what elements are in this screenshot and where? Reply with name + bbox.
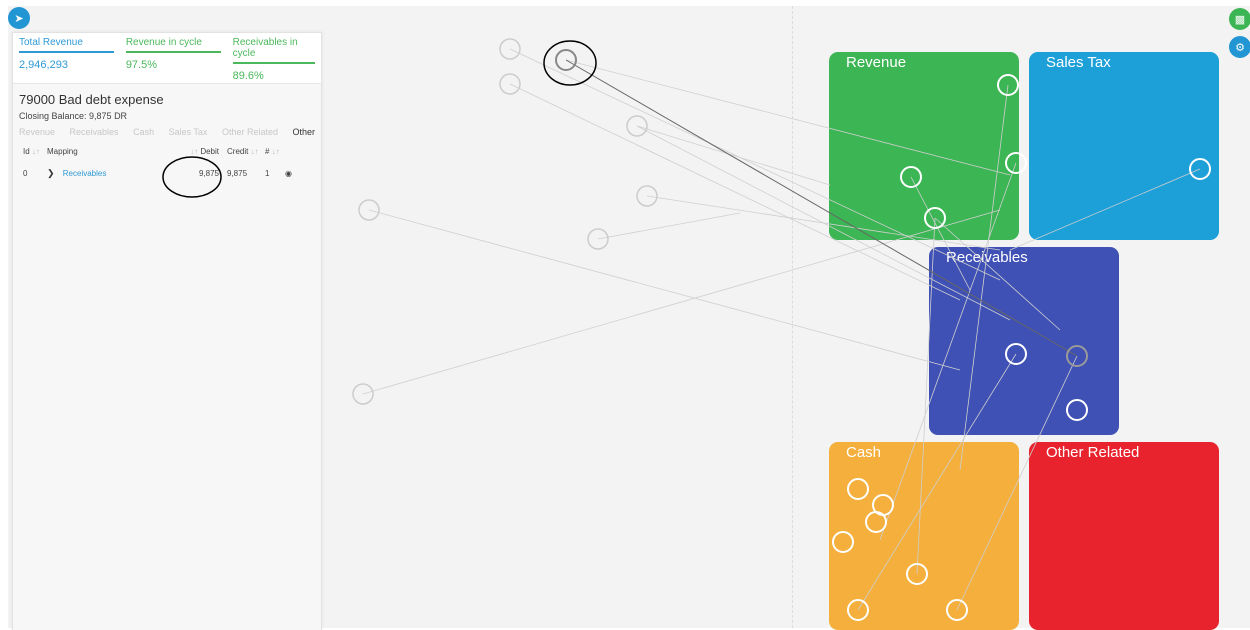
column-credit[interactable]: Credit ↓↑ [219,147,265,156]
tab-other[interactable]: Other [292,127,315,137]
tab-other-related[interactable]: Other Related [222,127,278,137]
kpi-revenue-in-cycle[interactable]: Revenue in cycle 97.5% [125,37,221,77]
header-label: Credit [227,147,249,156]
account-details-panel: Total Revenue 2,946,293 Revenue in cycle… [12,32,322,630]
kpi-label: Total Revenue [19,37,114,53]
chevron-down-icon[interactable]: ❯ [47,168,55,178]
gear-icon[interactable]: ⚙ [1229,36,1250,58]
account-title: 79000 Bad debt expense [19,92,164,107]
category-label: Other Related [1046,444,1140,461]
kpi-receivables-in-cycle[interactable]: Receivables in cycle 89.6% [232,37,315,82]
category-other-related[interactable]: Other Related [1029,442,1219,630]
category-sales-tax[interactable]: Sales Tax [1029,52,1219,240]
kpi-label: Receivables in cycle [232,37,315,64]
tab-revenue[interactable]: Revenue [19,127,55,137]
kpi-value: 97.5% [125,59,158,71]
category-label: Sales Tax [1046,54,1111,71]
category-label: Cash [846,444,882,461]
column-mapping[interactable]: Mapping [47,147,171,156]
column-debit[interactable]: ↓↑ Debit [171,147,219,156]
column-count[interactable]: # ↓↑ [265,147,285,156]
category-tabs: Revenue Receivables Cash Sales Tax Other… [19,127,315,137]
sort-icon[interactable]: ↓↑ [190,147,198,156]
save-icon[interactable]: ▩ [1229,8,1250,30]
cell-count: 1 [265,169,270,178]
navigation-arrow-icon[interactable]: ➤ [8,7,30,29]
canvas-divider [792,6,793,628]
cell-id: 0 [23,169,28,178]
kpi-row: Total Revenue 2,946,293 Revenue in cycle… [13,33,321,84]
kpi-label: Revenue in cycle [125,37,221,53]
account-box: 79000 Bad debt expense Closing Balance: … [13,84,321,630]
kpi-total-revenue[interactable]: Total Revenue 2,946,293 [19,37,114,77]
cell-credit: 9,875 [227,169,248,178]
closing-balance: Closing Balance: 9,875 DR [19,111,128,121]
kpi-value: 2,946,293 [19,59,68,71]
sort-icon[interactable]: ↓↑ [272,147,280,156]
category-label: Receivables [946,249,1028,266]
sort-icon[interactable]: ↓↑ [32,147,40,156]
category-cash[interactable]: Cash [829,442,1019,630]
cell-mapping: ❯ Receivables [47,168,171,179]
header-label: Debit [200,147,219,156]
eye-icon[interactable]: ◉ [285,169,299,178]
column-id[interactable]: Id ↓↑ [19,147,47,156]
category-receivables[interactable]: Receivables [929,247,1119,435]
tab-sales-tax[interactable]: Sales Tax [169,127,208,137]
table-header: Id ↓↑ Mapping ↓↑ Debit Credit ↓↑ # ↓↑ [19,147,315,156]
kpi-value: 89.6% [232,70,264,82]
category-label: Revenue [846,54,907,71]
category-revenue[interactable]: Revenue [829,52,1019,240]
cell-debit: 9,875 [198,169,219,178]
header-label: Mapping [47,147,78,156]
table-row[interactable]: 0 ❯ Receivables 9,875 9,875 1 ◉ [19,168,315,179]
mapping-link[interactable]: Receivables [63,169,107,178]
header-label: Id [23,147,30,156]
header-label: # [265,147,270,156]
tab-cash[interactable]: Cash [133,127,154,137]
tab-receivables[interactable]: Receivables [70,127,119,137]
sort-icon[interactable]: ↓↑ [251,147,259,156]
